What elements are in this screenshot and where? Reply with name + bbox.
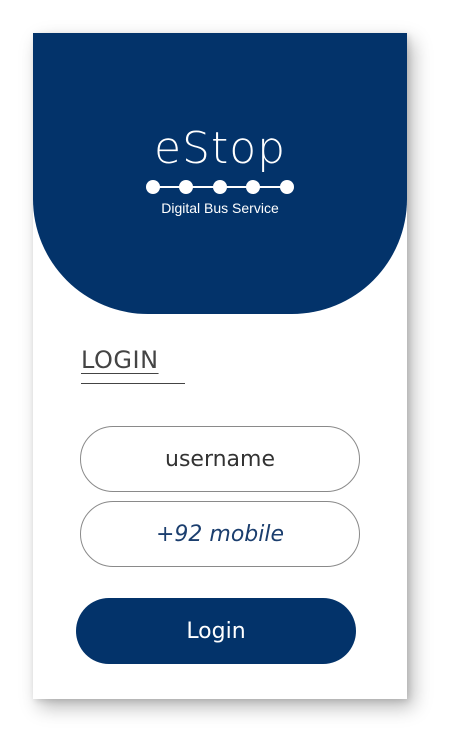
logo-tagline: Digital Bus Service xyxy=(161,200,279,216)
login-card: eStop Digital Bus Service LOGIN Login xyxy=(33,33,407,699)
username-input[interactable] xyxy=(80,426,360,492)
login-heading: LOGIN xyxy=(81,346,159,374)
logo-wordmark: eStop xyxy=(153,123,287,174)
mobile-input[interactable] xyxy=(80,501,360,567)
brand-header: eStop Digital Bus Service xyxy=(33,33,407,314)
heading-underline xyxy=(81,383,185,384)
login-button[interactable]: Login xyxy=(76,598,356,664)
estop-logo: eStop Digital Bus Service xyxy=(33,126,407,216)
bus-stops-dots-icon xyxy=(146,180,294,194)
